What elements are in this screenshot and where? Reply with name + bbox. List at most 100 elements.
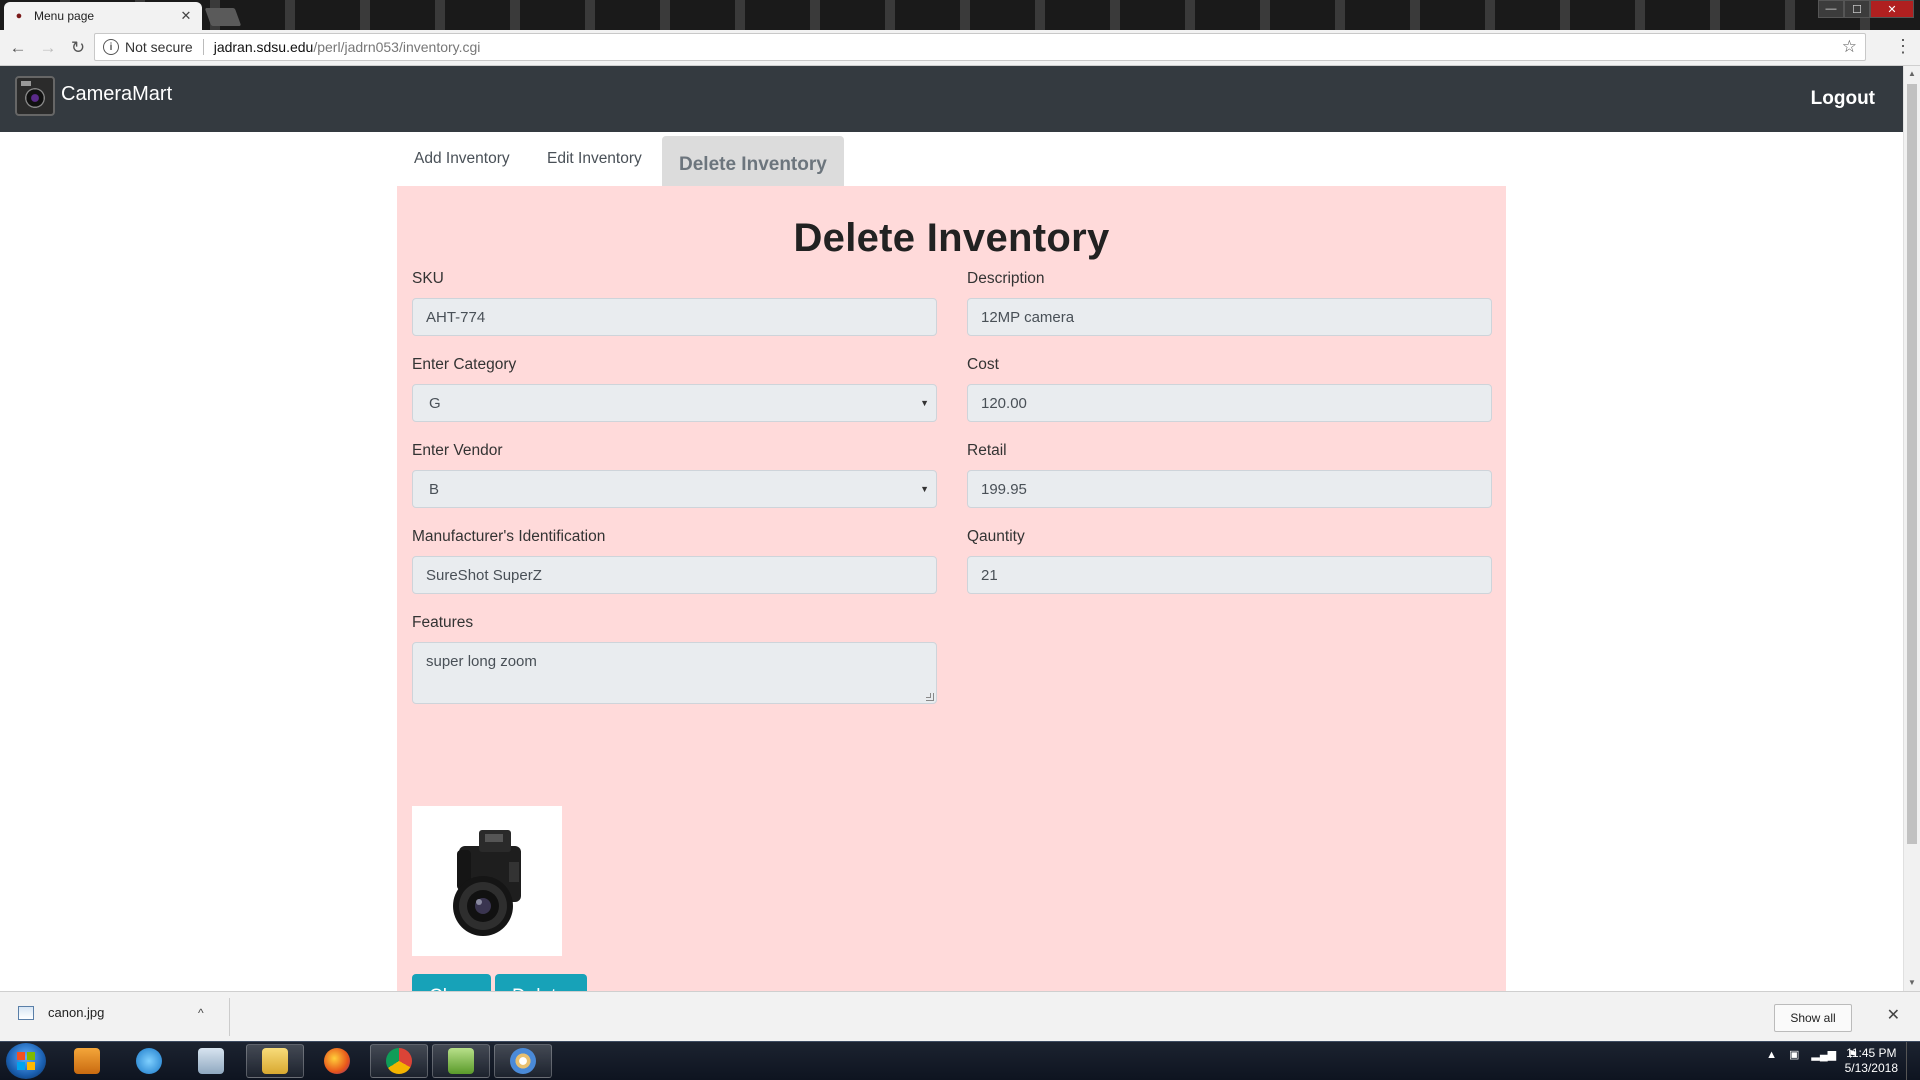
cost-input[interactable]: 120.00 <box>967 384 1492 422</box>
download-file-name: canon.jpg <box>48 1005 105 1020</box>
resize-grip-icon[interactable] <box>926 693 934 701</box>
reload-button[interactable]: ↻ <box>66 36 90 60</box>
windows-taskbar: ▲ ▣ ▂▄▆ ⚑ 11:45 PM 5/13/2018 <box>0 1041 1920 1080</box>
info-icon[interactable]: i <box>103 39 119 55</box>
tab-edit-inventory[interactable]: Edit Inventory <box>530 132 659 186</box>
tab-close-icon[interactable]: ✕ <box>178 8 194 24</box>
media-player-icon[interactable] <box>58 1044 116 1078</box>
page-viewport: CameraMart Logout Add Inventory Edit Inv… <box>0 66 1920 991</box>
vendor-label: Enter Vendor <box>412 442 503 459</box>
browser-tab[interactable]: ● Menu page ✕ <box>4 2 202 30</box>
window-controls: — ☐ ✕ <box>1818 0 1914 20</box>
features-field-group: Features super long zoom <box>412 614 937 704</box>
browser-toolbar: ← → ↻ i Not secure jadran.sdsu.edu /perl… <box>0 30 1920 66</box>
browser-tabstrip: ● Menu page ✕ — ☐ ✕ <box>0 0 1920 30</box>
vendor-field-group: Enter Vendor B ▼ <box>412 442 937 508</box>
scroll-up-icon[interactable]: ▲ <box>1904 66 1920 82</box>
url-host: jadran.sdsu.edu <box>213 39 314 55</box>
bookmark-star-icon[interactable]: ☆ <box>1842 37 1857 57</box>
category-label: Enter Category <box>412 356 517 373</box>
action-center-icon[interactable]: ▣ <box>1789 1048 1799 1061</box>
brand-name: CameraMart <box>61 82 173 105</box>
tab-delete-inventory[interactable]: Delete Inventory <box>662 136 844 186</box>
download-item[interactable]: canon.jpg <box>18 1005 104 1020</box>
show-all-button[interactable]: Show all <box>1774 1004 1852 1032</box>
new-tab-button[interactable] <box>204 8 242 26</box>
description-input[interactable]: 12MP camera <box>967 298 1492 336</box>
system-clock[interactable]: 11:45 PM 5/13/2018 <box>1845 1046 1898 1076</box>
windows-logo-icon <box>17 1052 35 1070</box>
close-downloads-icon[interactable]: ✕ <box>1887 1005 1900 1025</box>
logout-link[interactable]: Logout <box>1811 88 1875 110</box>
chrome-icon[interactable] <box>370 1044 428 1078</box>
features-value: super long zoom <box>426 653 537 670</box>
close-window-button[interactable]: ✕ <box>1870 0 1914 18</box>
camera-logo-icon <box>15 76 55 116</box>
quantity-label: Qauntity <box>967 528 1025 545</box>
description-field-group: Description 12MP camera <box>967 270 1492 336</box>
maximize-button[interactable]: ☐ <box>1844 0 1870 18</box>
description-label: Description <box>967 270 1045 287</box>
quantity-input[interactable]: 21 <box>967 556 1492 594</box>
url-path: /perl/jadrn053/inventory.cgi <box>313 39 481 55</box>
retail-label: Retail <box>967 442 1007 459</box>
delete-button[interactable]: Delete <box>495 974 587 991</box>
quantity-field-group: Qauntity 21 <box>967 528 1492 594</box>
file-explorer-icon[interactable] <box>246 1044 304 1078</box>
internet-explorer-icon[interactable] <box>120 1044 178 1078</box>
category-field-group: Enter Category G ▼ <box>412 356 937 422</box>
omnibox-divider <box>202 39 204 55</box>
minimize-button[interactable]: — <box>1818 0 1844 18</box>
camera-photo-icon <box>453 830 521 936</box>
security-label[interactable]: Not secure <box>125 39 193 55</box>
browser-menu-icon[interactable]: ⋮ <box>1894 36 1912 56</box>
editor-app-icon[interactable] <box>432 1044 490 1078</box>
downloads-divider <box>229 998 230 1036</box>
clear-button[interactable]: Clear <box>412 974 491 991</box>
page-scrollbar[interactable]: ▲ ▼ <box>1903 66 1920 991</box>
main-container: Add Inventory Edit Inventory Delete Inve… <box>397 132 1506 991</box>
clock-time: 11:45 PM <box>1846 1046 1897 1060</box>
site-navbar: CameraMart Logout <box>0 66 1903 132</box>
address-bar[interactable]: i Not secure jadran.sdsu.edu /perl/jadrn… <box>94 33 1866 61</box>
cost-label: Cost <box>967 356 999 373</box>
chevron-down-icon: ▼ <box>920 484 929 494</box>
firefox-icon[interactable] <box>308 1044 366 1078</box>
back-button[interactable]: ← <box>6 36 30 60</box>
sku-input[interactable]: AHT-774 <box>412 298 937 336</box>
features-label: Features <box>412 614 474 631</box>
category-value: G <box>429 394 441 412</box>
scrollbar-thumb[interactable] <box>1907 84 1917 844</box>
image-file-icon <box>18 1005 34 1020</box>
paint-icon[interactable] <box>494 1044 552 1078</box>
page-title: Delete Inventory <box>793 216 1110 260</box>
retail-input[interactable]: 199.95 <box>967 470 1492 508</box>
brand-link[interactable]: CameraMart <box>15 76 172 116</box>
sku-field-group: SKU AHT-774 <box>412 270 937 336</box>
features-textarea[interactable]: super long zoom <box>412 642 937 704</box>
forward-button[interactable]: → <box>36 36 60 60</box>
show-desktop-button[interactable] <box>1906 1042 1920 1080</box>
manufacturer-id-field-group: Manufacturer's Identification SureShot S… <box>412 528 937 594</box>
manufacturer-id-input[interactable]: SureShot SuperZ <box>412 556 937 594</box>
start-button[interactable] <box>6 1043 46 1079</box>
favicon-icon: ● <box>15 10 23 22</box>
clock-date: 5/13/2018 <box>1844 1061 1898 1075</box>
downloads-bar: canon.jpg ^ Show all ✕ <box>0 991 1920 1041</box>
cost-field-group: Cost 120.00 <box>967 356 1492 422</box>
chevron-down-icon: ▼ <box>920 398 929 408</box>
product-image <box>412 806 562 956</box>
vendor-value: B <box>429 480 440 498</box>
tab-add-inventory[interactable]: Add Inventory <box>397 132 527 186</box>
vendor-select[interactable]: B ▼ <box>412 470 937 508</box>
notepad-icon[interactable] <box>182 1044 240 1078</box>
inventory-tabs: Add Inventory Edit Inventory Delete Inve… <box>397 132 1506 186</box>
network-icon[interactable]: ▂▄▆ <box>1811 1048 1836 1061</box>
retail-field-group: Retail 199.95 <box>967 442 1492 508</box>
category-select[interactable]: G ▼ <box>412 384 937 422</box>
delete-inventory-panel: Delete Inventory SKU AHT-774 Enter Categ… <box>397 186 1506 991</box>
scroll-down-icon[interactable]: ▼ <box>1904 975 1920 991</box>
chevron-up-icon[interactable]: ^ <box>198 1006 204 1020</box>
tab-title: Menu page <box>34 9 95 23</box>
tray-expand-icon[interactable]: ▲ <box>1766 1049 1777 1061</box>
